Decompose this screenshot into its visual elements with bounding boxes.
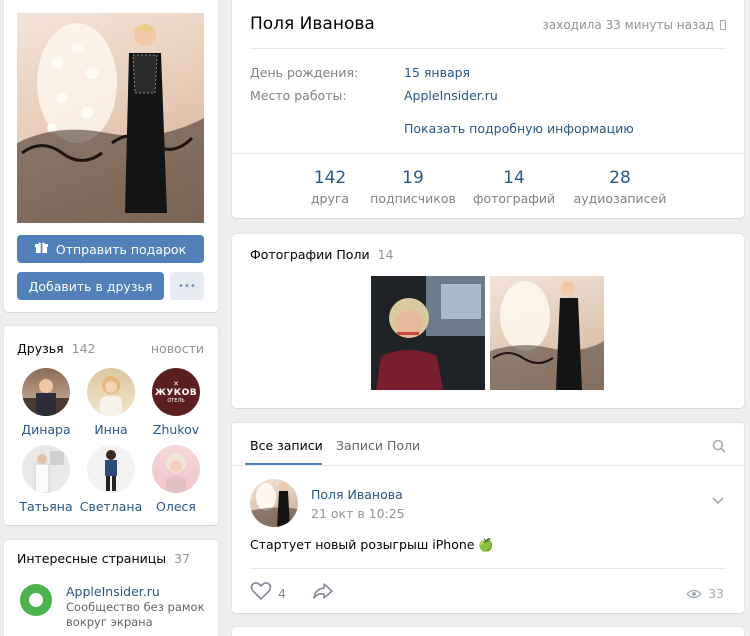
stats-divider [232, 153, 744, 154]
header-divider [250, 48, 726, 49]
stat-photos-number: 14 [503, 168, 525, 188]
share-arrow-icon [312, 583, 334, 604]
post-text: Стартует новый розыгрыш iPhone 🍏 [250, 537, 494, 552]
post-options-chevron-icon[interactable] [712, 490, 724, 509]
friend-avatar-tatyana[interactable] [22, 445, 70, 493]
tab-all-posts[interactable]: Все записи [250, 438, 323, 453]
more-dots-icon: ••• [178, 280, 196, 292]
birthday-value[interactable]: 15 января [404, 65, 470, 80]
post-author-name[interactable]: Поля Иванова [311, 487, 403, 502]
profile-info-card: Поля Иванова заходила 33 минуты назад Де… [232, 0, 744, 218]
stat-audio-number: 28 [609, 168, 631, 188]
show-more-info-link[interactable]: Показать подробную информацию [404, 121, 634, 136]
post-author-avatar[interactable] [250, 479, 298, 527]
profile-photo-card: Отправить подарок Добавить в друзья ••• [4, 0, 218, 312]
birthday-label: День рождения: [250, 65, 359, 80]
friend-avatar-olesya[interactable] [152, 445, 200, 493]
interesting-pages-card: Интересные страницы 37 AppleInsider.ru С… [4, 540, 218, 636]
friends-title[interactable]: Друзья 142 [17, 341, 95, 356]
friend-name-tatyana[interactable]: Татьяна [14, 499, 78, 514]
profile-photo[interactable] [17, 13, 204, 223]
photos-count: 14 [377, 247, 394, 262]
stat-followers-label: подписчиков [370, 191, 456, 206]
friend-avatar-svetlana[interactable] [87, 445, 135, 493]
photos-title-text: Фотографии Поли [250, 247, 370, 262]
stat-audio-label: аудиозаписей [573, 191, 667, 206]
appleinsider-logo-icon[interactable] [20, 584, 52, 616]
wall-card: Все записи Записи Поли Поля Иванова 21 о… [232, 423, 744, 613]
post-actions-divider [250, 568, 726, 569]
zhukov-logo-sub: ОТЕЛЬ [167, 397, 185, 404]
friend-name-dinara[interactable]: Динара [14, 422, 78, 437]
friend-name-inna[interactable]: Инна [79, 422, 143, 437]
friend-avatar-dinara[interactable] [22, 368, 70, 416]
views-count: 33 [708, 586, 724, 601]
pages-title[interactable]: Интересные страницы 37 [17, 551, 190, 566]
stat-audio[interactable]: 28 аудиозаписей [570, 168, 670, 206]
stat-photos-label: фотографий [472, 191, 556, 206]
like-button[interactable]: 4 [250, 581, 286, 605]
pages-title-text: Интересные страницы [17, 551, 167, 566]
more-actions-button[interactable]: ••• [170, 272, 204, 300]
share-button[interactable] [312, 582, 334, 604]
heart-icon [250, 581, 272, 605]
send-gift-button[interactable]: Отправить подарок [17, 235, 204, 263]
last-seen-status: заходила 33 минуты назад [542, 18, 726, 32]
add-friend-button[interactable]: Добавить в друзья [17, 272, 164, 300]
views-counter: 33 [686, 584, 724, 603]
stat-followers[interactable]: 19 подписчиков [363, 168, 463, 206]
work-label: Место работы: [250, 88, 347, 103]
send-gift-label: Отправить подарок [55, 241, 187, 257]
likes-count: 4 [278, 585, 286, 601]
stat-photos[interactable]: 14 фотографий [464, 168, 564, 206]
page-desc-appleinsider: Сообщество без рамок вокруг экрана [66, 600, 205, 629]
mobile-phone-icon [720, 20, 726, 30]
add-friend-label: Добавить в друзья [28, 278, 153, 294]
tab-own-posts-label: Записи Поли [336, 438, 421, 453]
friends-title-text: Друзья [17, 341, 64, 356]
friend-name-olesya[interactable]: Олеся [144, 499, 208, 514]
friend-avatar-zhukov[interactable]: ✕ ЖУКОВ ОТЕЛЬ [152, 368, 200, 416]
post-time[interactable]: 21 окт в 10:25 [311, 506, 405, 521]
zhukov-logo-text: ЖУКОВ [154, 387, 198, 398]
tabs-divider [232, 465, 744, 466]
stat-followers-number: 19 [402, 168, 424, 188]
photos-card: Фотографии Поли 14 [232, 234, 744, 408]
page-name-appleinsider[interactable]: AppleInsider.ru [66, 584, 160, 599]
friends-news-link[interactable]: новости [151, 341, 204, 356]
tab-own-posts[interactable]: Записи Поли [336, 438, 420, 453]
work-value[interactable]: AppleInsider.ru [404, 88, 498, 103]
friends-count: 142 [71, 341, 96, 356]
friend-name-zhukov[interactable]: Zhukov [144, 422, 208, 437]
search-icon[interactable] [712, 438, 726, 457]
photos-title[interactable]: Фотографии Поли 14 [250, 247, 393, 262]
friends-card: Друзья 142 новости Динара Инна ✕ ЖУКОВ О… [4, 326, 218, 525]
zhukov-logo-icon: ✕ [173, 379, 179, 388]
friend-name-svetlana[interactable]: Светлана [79, 499, 143, 514]
pages-count: 37 [174, 551, 191, 566]
profile-name: Поля Иванова [250, 14, 375, 34]
next-card-edge [232, 627, 744, 636]
friend-avatar-inna[interactable] [87, 368, 135, 416]
photo-thumb-chandelier[interactable] [490, 276, 604, 390]
last-seen-text: заходила 33 минуты назад [542, 18, 714, 32]
tab-all-posts-label: Все записи [250, 438, 323, 453]
photo-thumb-car-selfie[interactable] [371, 276, 485, 390]
eye-icon [686, 584, 703, 603]
gift-icon [34, 241, 48, 257]
